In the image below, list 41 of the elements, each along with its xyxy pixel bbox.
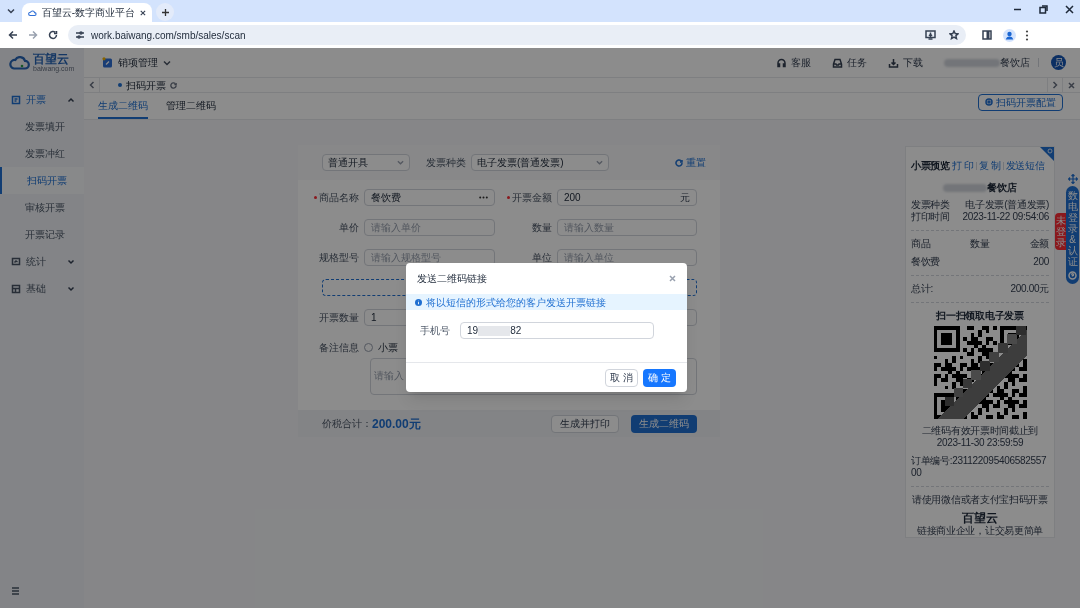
- brand-name: 百望云: [961, 511, 999, 525]
- field-label: 单位: [532, 251, 552, 265]
- expiry-label: 二维码有效开票时间截止到: [920, 425, 1040, 437]
- login-status-badge: 未登录: [1055, 213, 1066, 250]
- item-name: 餐饮费: [911, 256, 941, 268]
- column-header: 数量: [969, 238, 991, 250]
- logo-text: 百望云: [33, 53, 70, 65]
- total-amount: 200.00元: [1010, 283, 1049, 295]
- dialog-title: 发送二维码链接: [417, 272, 487, 286]
- field-label: 规格型号: [319, 251, 359, 265]
- receipt-title: 小票预览: [911, 160, 950, 172]
- field-label: 备注信息: [319, 341, 359, 355]
- total-label: 价税合计：: [322, 417, 372, 431]
- field-label: 单价: [339, 221, 359, 235]
- unit-label: 元: [680, 191, 690, 205]
- notice-text: 将以短信的形式给您的客户发送开票链接: [426, 295, 606, 310]
- column-header: 金额: [1028, 238, 1049, 250]
- store-name: 餐饮店: [987, 182, 1017, 194]
- receipt-value: 2023-11-22 09:54:06: [962, 211, 1049, 223]
- field-label: 发票种类: [426, 156, 466, 170]
- receipt-label: 打印时间: [911, 211, 950, 223]
- radio-label: 小票: [378, 341, 398, 355]
- field-label: 开票数量: [319, 311, 359, 325]
- field-label: 手机号: [419, 324, 450, 338]
- item-amount: 200: [1033, 256, 1049, 268]
- field-label: 数量: [532, 221, 552, 235]
- expiry-time: 2023-11-30 23:59:59: [935, 437, 1025, 449]
- store-name: 餐饮店: [1000, 56, 1030, 70]
- column-header: 商品: [911, 238, 932, 250]
- field-label: 商品名称: [319, 191, 359, 205]
- scan-title: 扫一扫领取电子发票: [935, 310, 1025, 322]
- receipt-hint: 请使用微信或者支付宝扫码开票: [911, 494, 1049, 506]
- slogan-text: 链接商业企业，让交易更简单: [915, 525, 1045, 537]
- tab-title: 百望云-数字商业平台: [41, 6, 136, 20]
- receipt-label: 发票种类: [911, 199, 950, 211]
- url-text: work.baiwang.com/smb/sales/scan: [91, 28, 247, 43]
- receipt-value: 电子发票(普通发票): [965, 199, 1049, 211]
- total-label: 总计:: [911, 283, 933, 295]
- field-label: 开票金额: [512, 191, 552, 205]
- total-amount: 200.00元: [372, 415, 421, 433]
- order-number: 订单编号:23112209540658255700: [911, 455, 1048, 479]
